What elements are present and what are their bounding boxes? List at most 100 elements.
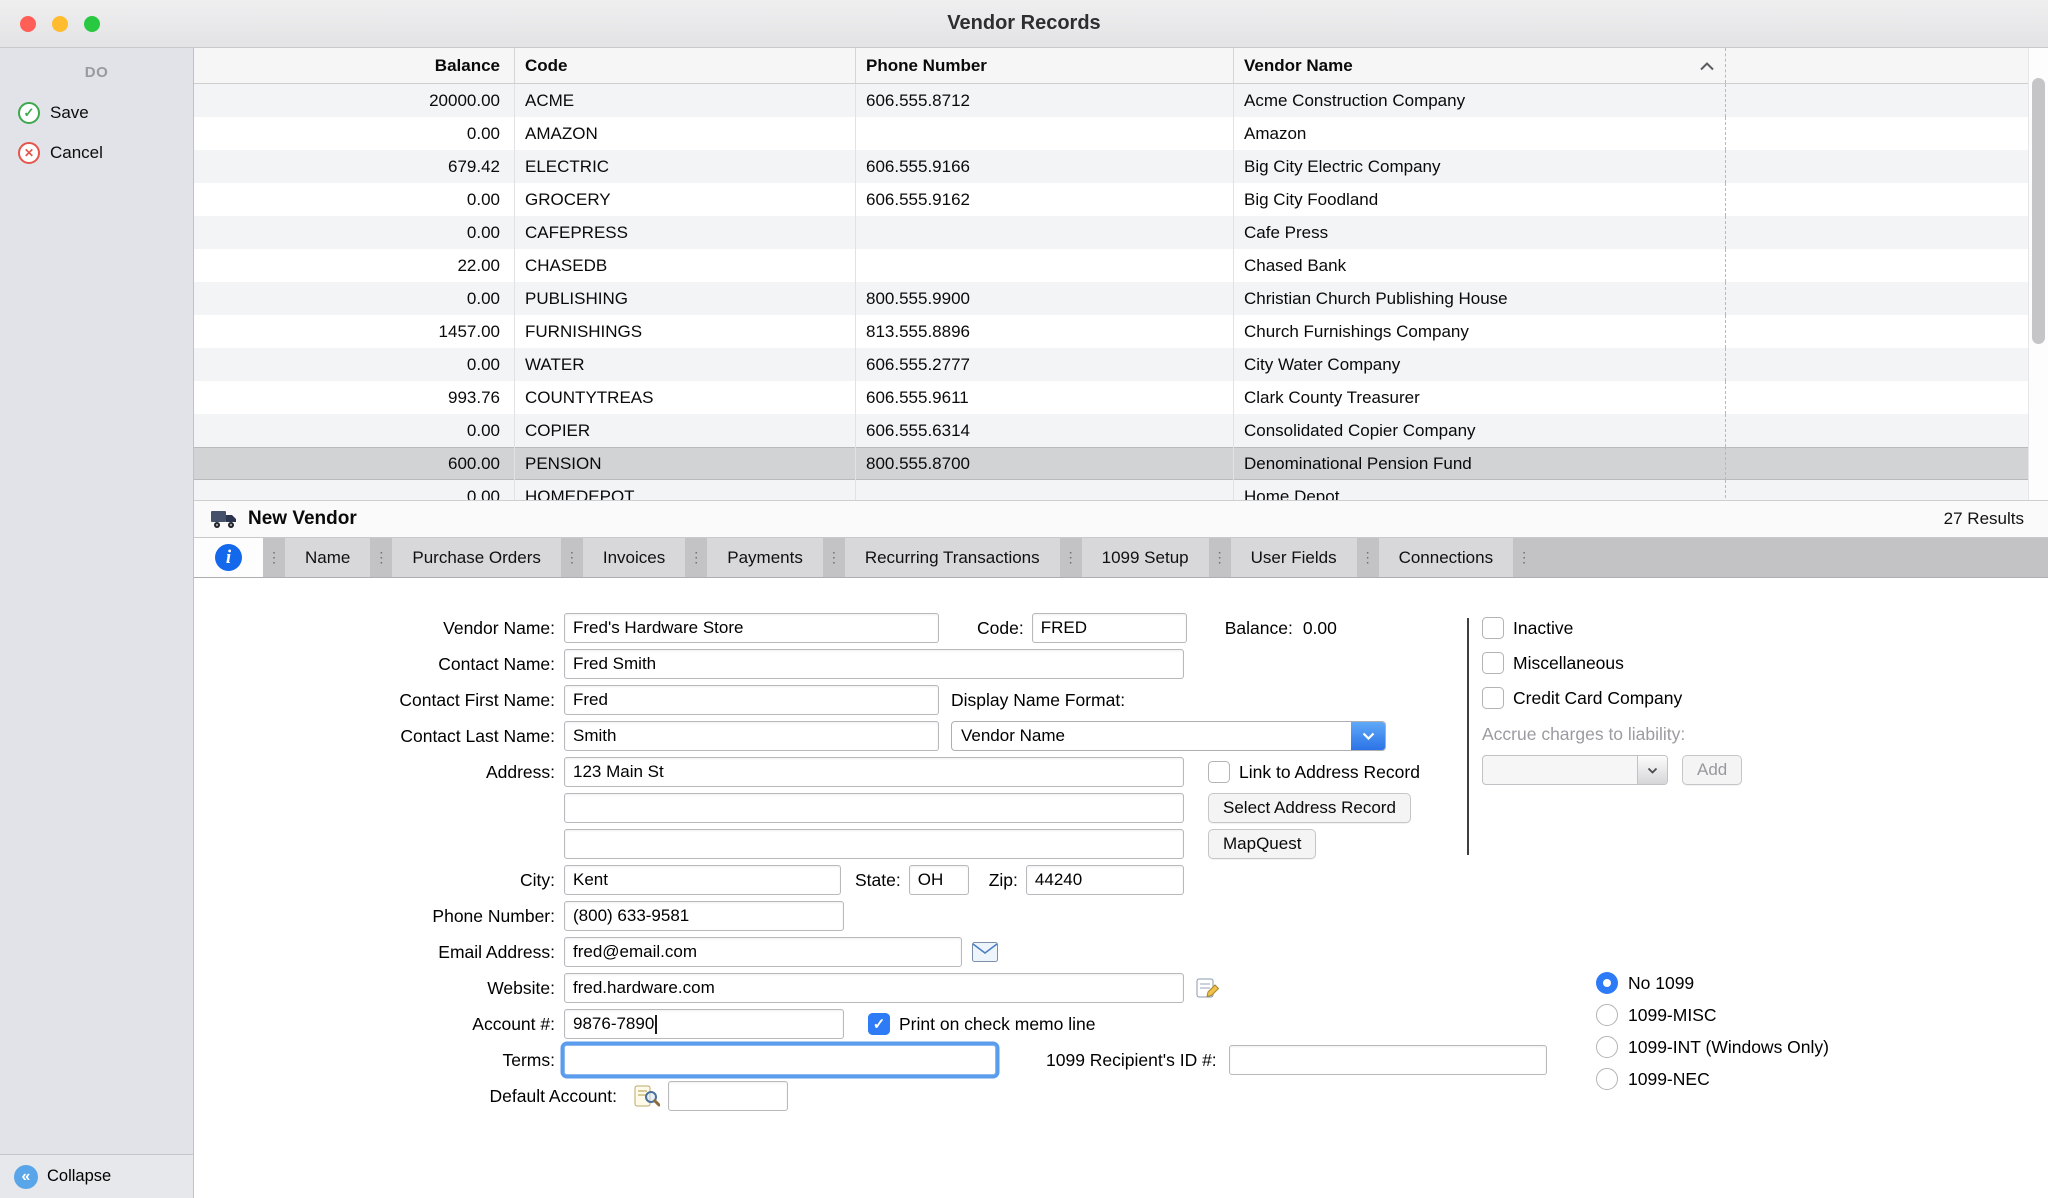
save-button[interactable]: ✓ Save xyxy=(0,93,193,133)
cell-vendor-name: City Water Company xyxy=(1234,348,1726,381)
address-line1-input[interactable] xyxy=(564,757,1184,787)
table-row[interactable]: 22.00 CHASEDB Chased Bank xyxy=(194,249,2048,282)
table-row[interactable]: 0.00 HOMEDEPOT Home Depot xyxy=(194,480,2048,500)
radio-no-1099[interactable]: No 1099 xyxy=(1596,970,1829,996)
website-icon[interactable] xyxy=(1196,977,1220,999)
display-name-format-dropdown[interactable]: Vendor Name xyxy=(951,721,1386,751)
code-input[interactable] xyxy=(1032,613,1187,643)
tab-1099-setup[interactable]: 1099 Setup xyxy=(1082,538,1209,577)
window-title: Vendor Records xyxy=(0,12,2048,35)
tab-connections[interactable]: Connections xyxy=(1379,538,1514,577)
scrollbar-thumb[interactable] xyxy=(2032,78,2045,344)
phone-number-input[interactable] xyxy=(564,901,844,931)
inactive-checkbox[interactable]: Inactive xyxy=(1482,613,1682,643)
column-header-vendor-name[interactable]: Vendor Name xyxy=(1234,48,1726,83)
cell-balance: 679.42 xyxy=(194,150,515,183)
tab-separator-dots-icon: ⋮ xyxy=(1209,538,1231,577)
collapse-button-label: Collapse xyxy=(47,1167,111,1186)
terms-row: Terms: 1099 Recipient's ID #: xyxy=(194,1045,1547,1075)
email-icon[interactable] xyxy=(972,942,998,962)
contact-name-input[interactable] xyxy=(564,649,1184,679)
table-row[interactable]: 0.00 AMAZON Amazon xyxy=(194,117,2048,150)
cancel-button[interactable]: ✕ Cancel xyxy=(0,133,193,173)
cell-vendor-name: Chased Bank xyxy=(1234,249,1726,282)
tab-info[interactable]: i xyxy=(194,538,263,577)
tab-payments[interactable]: Payments xyxy=(707,538,823,577)
table-row[interactable]: 993.76 COUNTYTREAS 606.555.9611 Clark Co… xyxy=(194,381,2048,414)
table-row[interactable]: 1457.00 FURNISHINGS 813.555.8896 Church … xyxy=(194,315,2048,348)
tab-name[interactable]: Name xyxy=(285,538,370,577)
tab-recurring-transactions[interactable]: Recurring Transactions xyxy=(845,538,1060,577)
account-lookup-icon[interactable] xyxy=(634,1085,660,1107)
address-line2-row: Select Address Record xyxy=(194,793,1547,823)
cell-phone: 606.555.8712 xyxy=(856,84,1234,117)
account-number-field[interactable]: 9876-7890 xyxy=(564,1009,844,1039)
cell-code: FURNISHINGS xyxy=(515,315,856,348)
table-row[interactable]: 0.00 GROCERY 606.555.9162 Big City Foodl… xyxy=(194,183,2048,216)
radio-1099-misc[interactable]: 1099-MISC xyxy=(1596,1002,1829,1028)
credit-card-company-checkbox[interactable]: Credit Card Company xyxy=(1482,683,1682,713)
address-line3-input[interactable] xyxy=(564,829,1184,859)
address-line3-row: MapQuest xyxy=(194,829,1547,859)
link-address-record-checkbox[interactable]: Link to Address Record xyxy=(1208,761,1420,783)
cell-vendor-name: Big City Electric Company xyxy=(1234,150,1726,183)
radio-1099-nec[interactable]: 1099-NEC xyxy=(1596,1066,1829,1092)
tab-invoices[interactable]: Invoices xyxy=(583,538,685,577)
cell-filler xyxy=(1726,414,2048,447)
website-input[interactable] xyxy=(564,973,1184,1003)
main-panel: Balance Code Phone Number Vendor Name 20… xyxy=(194,48,2048,1198)
city-state-zip-row: City: State: Zip: xyxy=(194,865,1547,895)
miscellaneous-checkbox[interactable]: Miscellaneous xyxy=(1482,648,1682,678)
dropdown-button[interactable] xyxy=(1351,722,1385,750)
add-liability-button[interactable]: Add xyxy=(1682,755,1742,785)
cell-phone xyxy=(856,216,1234,249)
tab-user-fields[interactable]: User Fields xyxy=(1231,538,1357,577)
email-input[interactable] xyxy=(564,937,962,967)
tab-separator-dots-icon: ⋮ xyxy=(263,538,285,577)
cell-code: HOMEDEPOT xyxy=(515,480,856,500)
cell-phone: 606.555.9162 xyxy=(856,183,1234,216)
zoom-window-button[interactable] xyxy=(84,16,100,32)
contact-name-label: Contact Name: xyxy=(194,654,564,675)
table-row-selected[interactable]: 600.00 PENSION 800.555.8700 Denomination… xyxy=(194,447,2048,480)
close-window-button[interactable] xyxy=(20,16,36,32)
table-row[interactable]: 0.00 PUBLISHING 800.555.9900 Christian C… xyxy=(194,282,2048,315)
column-header-code[interactable]: Code xyxy=(515,48,856,83)
state-input[interactable] xyxy=(909,865,969,895)
column-header-balance[interactable]: Balance xyxy=(194,48,515,83)
contact-first-name-input[interactable] xyxy=(564,685,939,715)
record-title: New Vendor xyxy=(248,508,357,530)
accrue-liability-dropdown[interactable] xyxy=(1482,755,1668,785)
tab-purchase-orders[interactable]: Purchase Orders xyxy=(392,538,561,577)
print-memo-checkbox[interactable]: ✓ Print on check memo line xyxy=(868,1013,1095,1035)
table-row[interactable]: 0.00 WATER 606.555.2777 City Water Compa… xyxy=(194,348,2048,381)
table-row[interactable]: 0.00 CAFEPRESS Cafe Press xyxy=(194,216,2048,249)
recipient-id-input[interactable] xyxy=(1229,1045,1547,1075)
table-scrollbar[interactable] xyxy=(2028,48,2048,500)
cell-vendor-name: Home Depot xyxy=(1234,480,1726,500)
minimize-window-button[interactable] xyxy=(52,16,68,32)
dropdown-button[interactable] xyxy=(1637,756,1667,784)
table-row[interactable]: 679.42 ELECTRIC 606.555.9166 Big City El… xyxy=(194,150,2048,183)
cell-balance: 0.00 xyxy=(194,348,515,381)
checkbox-unchecked-icon xyxy=(1482,652,1504,674)
address-line2-input[interactable] xyxy=(564,793,1184,823)
terms-input[interactable] xyxy=(564,1045,996,1075)
vendor-name-input[interactable] xyxy=(564,613,939,643)
mapquest-button[interactable]: MapQuest xyxy=(1208,829,1316,859)
terms-label: Terms: xyxy=(194,1050,564,1071)
city-input[interactable] xyxy=(564,865,841,895)
tab-separator-dots-icon: ⋮ xyxy=(1513,538,1535,577)
select-address-record-button[interactable]: Select Address Record xyxy=(1208,793,1411,823)
table-row[interactable]: 20000.00 ACME 606.555.8712 Acme Construc… xyxy=(194,84,2048,117)
contact-last-name-input[interactable] xyxy=(564,721,939,751)
collapse-button[interactable]: « Collapse xyxy=(0,1154,193,1198)
cancel-x-icon: ✕ xyxy=(18,142,40,164)
default-account-input[interactable] xyxy=(668,1081,788,1111)
zip-input[interactable] xyxy=(1026,865,1184,895)
email-label: Email Address: xyxy=(194,942,564,963)
column-header-phone-number[interactable]: Phone Number xyxy=(856,48,1234,83)
sidebar: DO ✓ Save ✕ Cancel « Collapse xyxy=(0,48,194,1198)
radio-1099-int[interactable]: 1099-INT (Windows Only) xyxy=(1596,1034,1829,1060)
table-row[interactable]: 0.00 COPIER 606.555.6314 Consolidated Co… xyxy=(194,414,2048,447)
